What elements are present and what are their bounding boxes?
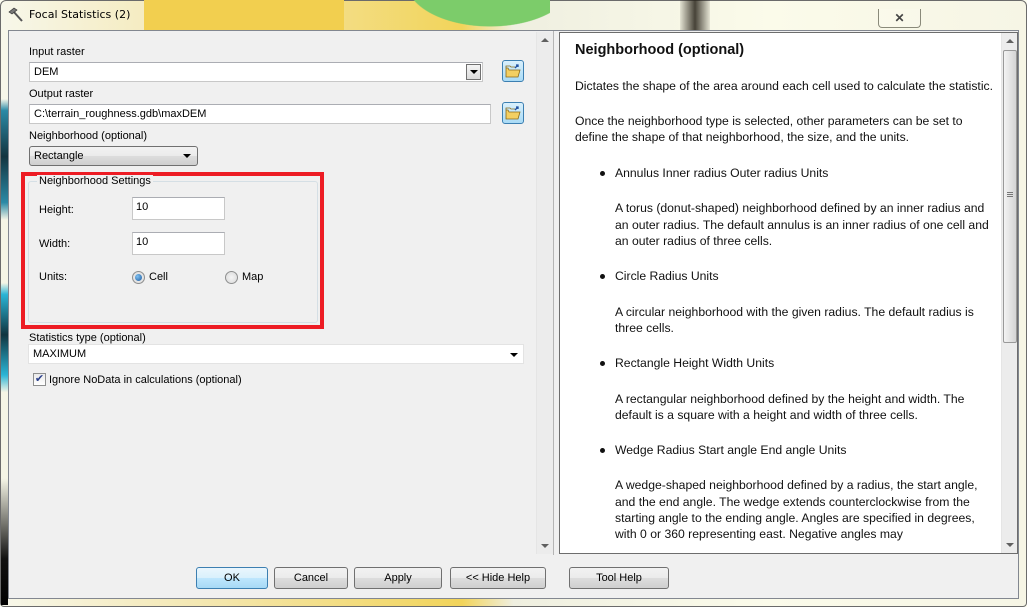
help-item-desc: A wedge-shaped neighborhood defined by a… [615,478,978,542]
bullet-icon [600,448,605,454]
statistics-type-select[interactable]: MAXIMUM [28,344,524,364]
width-value: 10 [136,236,149,248]
bullet-icon [600,171,605,177]
input-raster-browse-button[interactable] [502,60,524,82]
width-input[interactable]: 10 [132,232,225,255]
checkmark-icon: ✔ [34,373,45,385]
statistics-type-value: MAXIMUM [33,348,87,360]
chevron-down-icon [469,70,478,74]
close-button[interactable]: ✕ [878,9,921,28]
input-raster-value: DEM [34,66,59,78]
apply-button[interactable]: Apply [354,567,442,589]
close-icon: ✕ [894,11,905,25]
ok-button[interactable]: OK [196,567,268,589]
help-list-item: Circle Radius Units A circular neighborh… [575,268,995,336]
chevron-down-icon [183,154,191,158]
title-bar[interactable]: Focal Statistics (2) ✕ [0,0,1027,30]
window-title: Focal Statistics (2) [29,8,131,21]
units-map-label[interactable]: Map [242,271,263,283]
ignore-nodata-label[interactable]: Ignore NoData in calculations (optional) [49,374,242,386]
units-cell-radio[interactable] [132,271,145,284]
scroll-up-icon[interactable] [1006,39,1014,43]
parameter-pane: Input raster DEM Output raster C:\terrai… [9,31,554,555]
cancel-button[interactable]: Cancel [274,567,348,589]
open-folder-icon [505,106,521,120]
output-raster-field[interactable]: C:\terrain_roughness.gdb\maxDEM [29,104,491,124]
scroll-down-icon[interactable] [541,544,549,548]
height-input[interactable]: 10 [132,197,225,220]
dialog-client: Input raster DEM Output raster C:\terrai… [8,30,1019,599]
help-item-desc: A rectangular neighborhood defined by th… [615,391,965,422]
hide-help-button[interactable]: << Hide Help [450,567,546,589]
statistics-type-label: Statistics type (optional) [29,332,146,344]
height-value: 10 [136,201,149,213]
width-label: Width: [39,238,71,250]
neighborhood-label: Neighborhood (optional) [29,130,148,142]
scroll-thumb[interactable] [1003,50,1017,343]
help-item-desc: A torus (donut-shaped) neighborhood defi… [615,201,989,249]
chevron-down-icon [510,353,518,357]
output-raster-label: Output raster [29,88,94,100]
input-raster-dropdown-button[interactable] [466,64,481,80]
window-border [1,30,8,605]
grip-line [1007,194,1013,195]
input-raster-label: Input raster [29,46,85,58]
help-title: Neighborhood (optional) [575,42,745,58]
output-raster-value: C:\terrain_roughness.gdb\maxDEM [34,108,207,120]
parameter-scrollbar[interactable] [536,32,553,554]
grip-line [1007,192,1013,193]
help-paragraph: Dictates the shape of the area around ea… [575,79,994,94]
help-list-item: Annulus Inner radius Outer radius Units … [575,165,995,249]
grip-line [1007,196,1013,197]
scroll-up-icon[interactable] [541,38,549,42]
help-paragraph: Once the neighborhood type is selected, … [575,113,963,144]
height-label: Height: [39,204,74,216]
neighborhood-settings-title: Neighborhood Settings [37,175,153,187]
hammer-icon [8,7,24,23]
units-cell-label[interactable]: Cell [149,271,168,283]
input-raster-combo[interactable]: DEM [29,62,483,82]
bullet-icon [600,274,605,280]
units-label: Units: [39,271,68,283]
neighborhood-select[interactable]: Rectangle [29,146,198,166]
help-item-title: Rectangle Height Width Units [615,356,775,371]
output-raster-browse-button[interactable] [502,102,524,124]
help-list-item: Wedge Radius Start angle End angle Units… [575,442,995,542]
units-map-radio[interactable] [225,271,238,284]
help-item-title: Circle Radius Units [615,269,719,284]
help-item-desc: A circular neighborhood with the given r… [615,304,974,335]
bullet-icon [600,361,605,367]
help-pane: Neighborhood (optional) Dictates the sha… [559,32,1018,554]
open-folder-icon [505,64,521,78]
help-item-title: Annulus Inner radius Outer radius Units [615,166,829,181]
neighborhood-value: Rectangle [34,150,84,162]
help-item-title: Wedge Radius Start angle End angle Units [615,443,847,458]
ignore-nodata-checkbox[interactable]: ✔ [33,373,46,386]
tool-help-button[interactable]: Tool Help [569,567,669,589]
help-list-item: Rectangle Height Width Units A rectangul… [575,355,995,423]
help-content: Neighborhood (optional) Dictates the sha… [575,42,995,553]
help-scrollbar[interactable] [1001,33,1017,553]
scroll-down-icon[interactable] [1006,543,1014,547]
